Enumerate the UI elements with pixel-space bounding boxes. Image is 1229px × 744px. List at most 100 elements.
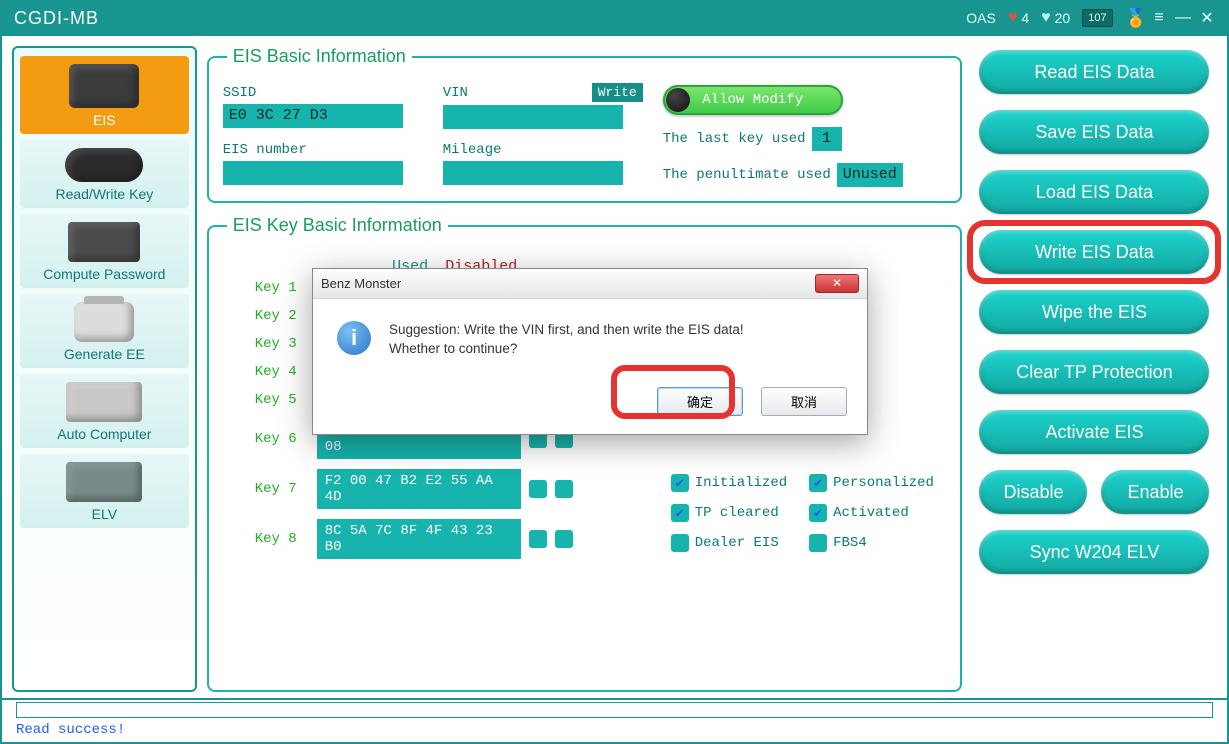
wipe-eis-button[interactable]: Wipe the EIS [979, 290, 1209, 334]
eis-number-label: EIS number [223, 142, 423, 158]
sidebar-item-eis[interactable]: EIS [20, 56, 189, 134]
menu-icon[interactable]: ≡ [1147, 9, 1171, 27]
read-eis-button[interactable]: Read EIS Data [979, 50, 1209, 94]
elv-icon [66, 462, 142, 502]
close-icon[interactable]: ✕ [1195, 8, 1219, 28]
quota-value: 107 [1082, 9, 1112, 27]
sidebar-item-auto-computer[interactable]: Auto Computer [20, 374, 189, 448]
key-label: Key 8 [255, 531, 309, 547]
eis-number-value[interactable] [223, 161, 403, 185]
chip-icon [68, 222, 140, 262]
heart-teal-icon: ♥ [1041, 9, 1051, 27]
key-label: Key 3 [255, 336, 309, 352]
checkbox-icon[interactable] [671, 534, 689, 552]
hearts-teal-count: 20 [1055, 10, 1071, 26]
app-title: CGDI-MB [14, 8, 99, 29]
last-key-label: The last key used [663, 131, 806, 147]
allow-modify-label: Allow Modify [702, 92, 803, 108]
sidebar-item-label: Read/Write Key [55, 186, 153, 202]
flag-tp-cleared: ✔TP cleared [671, 504, 787, 522]
quota-box: 107 [1082, 9, 1112, 27]
load-eis-button[interactable]: Load EIS Data [979, 170, 1209, 214]
enable-button[interactable]: Enable [1101, 470, 1209, 514]
key-label: Key 7 [255, 481, 309, 497]
flag-personalized: ✔Personalized [809, 474, 934, 492]
key-label: Key 6 [255, 431, 309, 447]
vin-value[interactable] [443, 105, 623, 129]
vin-label: VIN [443, 85, 468, 101]
flag-activated: ✔Activated [809, 504, 934, 522]
sidebar-item-elv[interactable]: ELV [20, 454, 189, 528]
status-text: Read success! [16, 722, 1213, 738]
write-eis-button[interactable]: Write EIS Data [979, 230, 1209, 274]
minimize-icon[interactable]: — [1171, 9, 1195, 27]
save-eis-button[interactable]: Save EIS Data [979, 110, 1209, 154]
clear-tp-button[interactable]: Clear TP Protection [979, 350, 1209, 394]
titlebar: CGDI-MB OAS ♥ 4 ♥ 20 107 🏅 ≡ — ✕ [0, 0, 1229, 36]
hearts-red-count: 4 [1021, 10, 1029, 26]
eis-basic-group: EIS Basic Information SSID E0 3C 27 D3 V… [207, 46, 962, 203]
disabled-checkbox[interactable] [555, 480, 573, 498]
ssid-label: SSID [223, 85, 423, 101]
key-row: Key 7 F2 00 47 B2 E2 55 AA 4D [255, 469, 655, 509]
hearts-teal: ♥ 20 [1041, 9, 1070, 27]
mileage-value[interactable] [443, 161, 623, 185]
eis-basic-legend: EIS Basic Information [227, 46, 412, 67]
key-label: Key 2 [255, 308, 309, 324]
key-icon [65, 148, 143, 182]
checkbox-icon[interactable]: ✔ [809, 474, 827, 492]
sidebar: EIS Read/Write Key Compute Password Gene… [12, 46, 197, 692]
sidebar-item-compute-password[interactable]: Compute Password [20, 214, 189, 288]
used-checkbox[interactable] [529, 480, 547, 498]
last-key-value: 1 [812, 127, 842, 151]
actions-column: Read EIS Data Save EIS Data Load EIS Dat… [972, 46, 1217, 692]
sync-w204-button[interactable]: Sync W204 ELV [979, 530, 1209, 574]
used-checkbox[interactable] [529, 530, 547, 548]
dialog-ok-button[interactable]: 确定 [657, 387, 743, 416]
dialog-titlebar: Benz Monster ✕ [313, 269, 867, 299]
key-value[interactable]: F2 00 47 B2 E2 55 AA 4D [317, 469, 521, 509]
progress-bar [16, 702, 1213, 718]
sidebar-item-label: Compute Password [43, 266, 165, 282]
activate-eis-button[interactable]: Activate EIS [979, 410, 1209, 454]
sidebar-item-label: EIS [93, 112, 116, 128]
dialog-cancel-button[interactable]: 取消 [761, 387, 847, 416]
eis-icon [69, 64, 139, 108]
heart-red-icon: ♥ [1008, 9, 1018, 27]
sidebar-item-label: ELV [92, 506, 117, 522]
footer: Read success! [0, 700, 1229, 744]
key-label: Key 1 [255, 280, 309, 296]
medal-icon: 🏅 [1125, 8, 1147, 29]
mileage-label: Mileage [443, 142, 643, 158]
checkbox-icon[interactable]: ✔ [671, 474, 689, 492]
disabled-checkbox[interactable] [555, 530, 573, 548]
dialog-close-icon[interactable]: ✕ [815, 274, 859, 293]
checkbox-icon[interactable]: ✔ [809, 504, 827, 522]
ssid-value[interactable]: E0 3C 27 D3 [223, 104, 403, 128]
ecu-icon [66, 382, 142, 422]
allow-modify-toggle[interactable]: Allow Modify [663, 85, 843, 115]
dialog-title-text: Benz Monster [321, 276, 401, 291]
flag-initialized: ✔Initialized [671, 474, 787, 492]
flags-grid: ✔Initialized ✔Personalized ✔TP cleared ✔… [671, 474, 934, 552]
confirm-dialog: Benz Monster ✕ i Suggestion: Write the V… [312, 268, 868, 435]
flag-fbs4: FBS4 [809, 534, 934, 552]
disable-button[interactable]: Disable [979, 470, 1087, 514]
penult-value: Unused [837, 163, 903, 187]
vin-write-button[interactable]: Write [592, 83, 643, 102]
checkbox-icon[interactable]: ✔ [671, 504, 689, 522]
info-icon: i [337, 321, 371, 355]
checkbox-icon[interactable] [809, 534, 827, 552]
toggle-knob-icon [666, 88, 690, 112]
dialog-msg-line1: Suggestion: Write the VIN first, and the… [389, 321, 744, 340]
sidebar-item-generate-ee[interactable]: Generate EE [20, 294, 189, 368]
key-value[interactable]: 8C 5A 7C 8F 4F 43 23 B0 [317, 519, 521, 559]
sidebar-item-readwrite-key[interactable]: Read/Write Key [20, 140, 189, 208]
key-label: Key 5 [255, 392, 309, 408]
oas-label: OAS [966, 10, 996, 26]
flag-dealer-eis: Dealer EIS [671, 534, 787, 552]
hearts-red: ♥ 4 [1008, 9, 1029, 27]
printer-icon [74, 302, 134, 342]
dialog-msg-line2: Whether to continue? [389, 340, 744, 359]
key-row: Key 8 8C 5A 7C 8F 4F 43 23 B0 [255, 519, 655, 559]
